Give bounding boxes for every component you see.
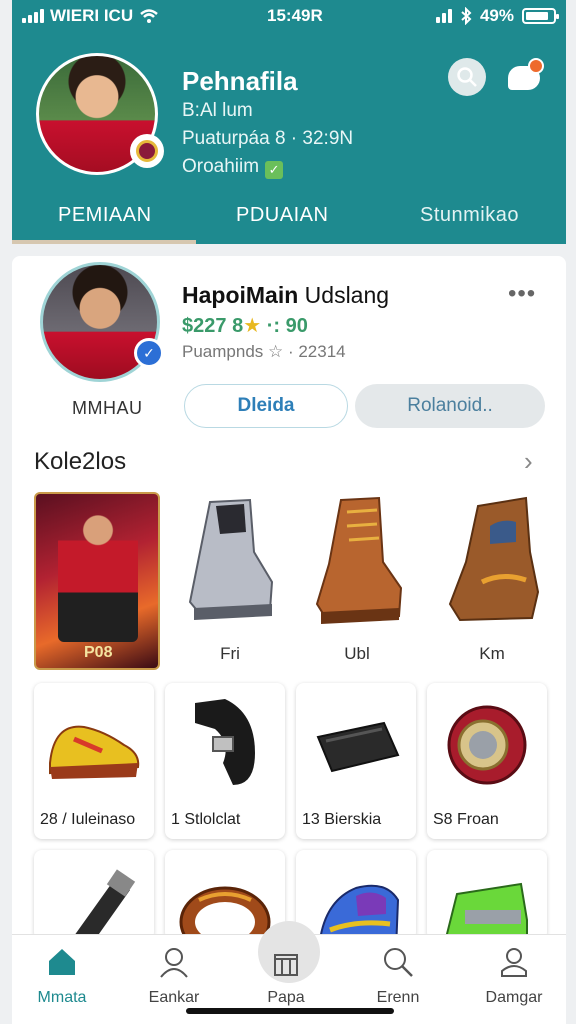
torch-icon [71,869,136,940]
nav-home[interactable]: Mmata [12,945,112,1007]
stats-value: $227 [182,315,227,337]
collection-item[interactable]: Km [432,492,552,672]
status-left: WIERI ICU [22,6,159,26]
more-options-button[interactable]: ••• [508,280,536,308]
collection-item[interactable]: Fri [170,492,290,672]
tab-3[interactable]: Stunmikao [420,204,519,227]
item-caption: 28 / Iuleinaso [40,811,136,828]
item-caption: 13 Bierskia [302,811,382,828]
grid-item[interactable]: S8 Froan [427,683,547,839]
star-icon: ★ [243,315,262,337]
user-title-bold: HapoiMain [182,282,299,308]
search-icon [384,948,413,977]
nav-label: Papa [267,989,305,1006]
profile-tabs: PEMIAAN PDUAIAN Stunmikao [12,196,566,244]
carrier-label: WIERI ICU [50,6,134,25]
status-right: 49% [435,6,559,26]
notification-dot [528,58,544,74]
nav-account[interactable]: Damgar [464,945,564,1007]
club-badge-icon [130,134,164,168]
nav-label: Erenn [376,989,420,1006]
featured-player-card[interactable]: P08 [34,492,160,670]
blue-boot-icon [319,884,400,940]
nav-label: Eankar [148,989,200,1006]
leather-boot-icon [448,496,540,622]
chevron-right-icon[interactable]: › [524,446,533,477]
nav-store[interactable]: Papa [236,945,336,1007]
clock: 15:49R [267,6,323,25]
wifi-icon [140,9,158,23]
wallet-icon [316,721,400,773]
check-icon: ✓ [265,161,284,179]
profile-detail-3: Oroahiim ✓ [182,156,284,179]
tab-2[interactable]: PDUAIAN [236,204,328,227]
item-caption: Fri [220,644,240,663]
user-subline: Puampnds ☆ · 22314 [182,342,346,361]
secondary-button[interactable]: Rolanoid.. [355,384,545,428]
brown-boot-icon [315,496,403,624]
green-boot-icon [445,882,528,940]
battery-percent: 49% [479,6,514,25]
item-caption: Km [479,644,505,663]
home-icon [49,949,75,975]
nav-search[interactable]: Erenn [348,945,448,1007]
home-indicator[interactable] [186,1008,394,1014]
user-card: ✓ MMHAU HapoiMain Udslang $227 8★ ·: 90 … [12,256,566,946]
nav-label: Mmata [37,989,87,1006]
verified-icon: ✓ [134,338,164,368]
grid-item[interactable]: 1 Stlolclat [165,683,285,839]
profile-detail-2: Puaturpáa 8 · 32:9N [182,128,354,149]
grid-item[interactable]: 28 / Iuleinaso [34,683,154,839]
profile-detail-3-text: Oroahiim [182,156,260,177]
grid-item[interactable] [296,850,416,940]
item-caption: Ubl [344,644,370,663]
profile-header: WIERI ICU 15:49R 49% Pehnafila B:Al lum … [12,0,566,244]
grid-item[interactable] [34,850,154,940]
profile-detail-1: B:Al lum [182,100,253,121]
grid-item[interactable]: 13 Bierskia [296,683,416,839]
primary-button[interactable]: Dleida [184,384,348,428]
gift-box-icon [274,954,298,976]
stats-value-3: ·: 90 [266,315,308,337]
ring-icon [447,705,527,785]
stats-value-2: 8 [232,315,244,337]
status-bar: WIERI ICU 15:49R 49% [12,0,566,34]
messages-button[interactable] [506,58,546,92]
sneaker-icon [49,725,140,779]
user-stats: $227 8★ ·: 90 [182,313,308,338]
profile-name: Pehnafila [182,66,298,96]
nav-profile[interactable]: Eankar [124,945,224,1007]
battery-icon [522,8,559,24]
featured-label: P08 [84,644,113,661]
search-icon [457,67,477,87]
account-icon [501,948,527,977]
cell-signal-icon [435,9,452,23]
wrist-strap-icon [195,699,255,785]
silver-boot-icon [188,498,274,620]
user-handle: MMHAU [72,398,143,418]
active-tab-indicator [12,240,196,244]
bluetooth-icon [461,7,472,25]
player-figure [58,512,138,642]
grid-item[interactable] [165,850,285,940]
bracelet-icon [179,886,271,940]
collection-item[interactable]: Ubl [297,492,417,672]
tab-1[interactable]: PEMIAAN [58,204,152,227]
item-caption: 1 Stlolclat [171,811,241,828]
grid-item[interactable] [427,850,547,940]
signal-icon [22,9,44,23]
section-title: Kole2los [34,448,127,475]
user-title-rest: Udslang [298,282,390,308]
nav-label: Damgar [485,989,543,1006]
search-button[interactable] [448,58,486,96]
user-icon [160,948,188,978]
user-title: HapoiMain Udslang [182,282,389,309]
item-caption: S8 Froan [433,811,499,828]
